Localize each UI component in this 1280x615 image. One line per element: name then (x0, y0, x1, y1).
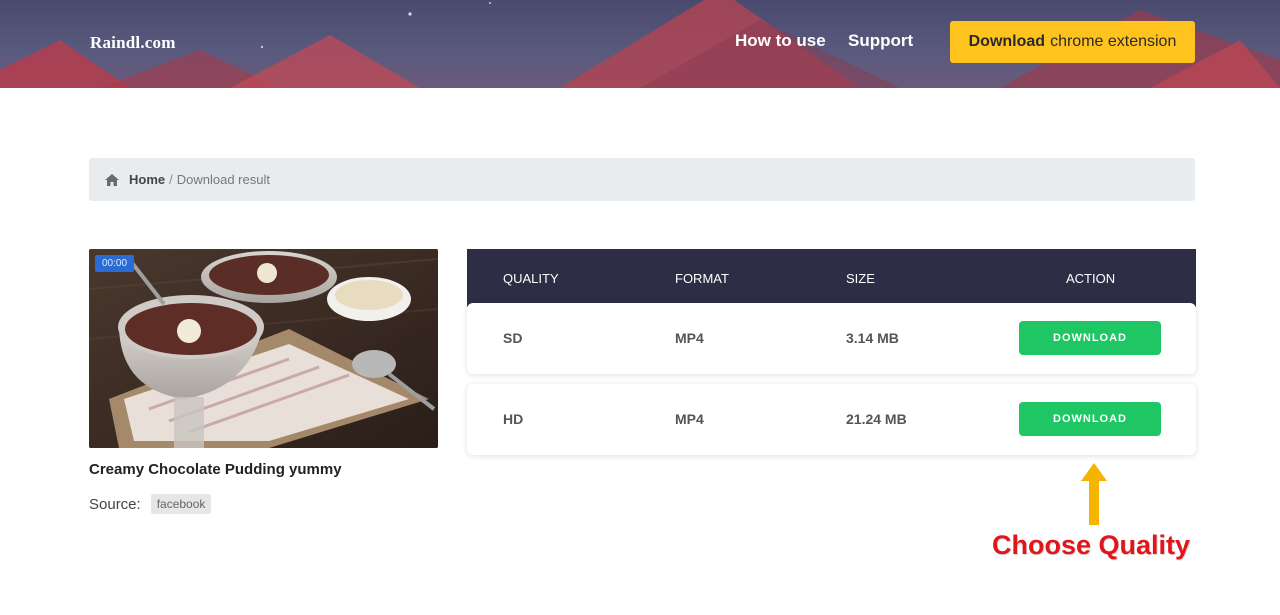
home-icon (105, 173, 119, 186)
download-extension-button[interactable]: Download chrome extension (950, 21, 1195, 63)
nav-support[interactable]: Support (848, 31, 913, 51)
quality-table-header: QUALITY FORMAT SIZE ACTION (467, 249, 1196, 307)
header-quality: QUALITY (503, 271, 559, 286)
header-format: FORMAT (675, 271, 729, 286)
pudding-image (89, 249, 438, 448)
download-sd-button[interactable]: DOWNLOAD (1019, 321, 1161, 355)
breadcrumb: Home / Download result (89, 158, 1195, 201)
video-title: Creamy Chocolate Pudding yummy (89, 461, 342, 478)
site-logo[interactable]: Raindl.com (90, 33, 176, 53)
table-row: HD MP4 21.24 MB DOWNLOAD (467, 384, 1196, 455)
source-badge: facebook (150, 494, 212, 514)
row-size: 3.14 MB (846, 330, 899, 346)
header-size: SIZE (846, 271, 875, 286)
nav-how-to-use[interactable]: How to use (735, 31, 826, 51)
choose-quality-annotation: Choose Quality (992, 530, 1191, 560)
extension-button-rest: chrome extension (1050, 33, 1177, 50)
row-format: MP4 (675, 330, 704, 346)
video-source: Source: facebook (89, 494, 212, 514)
video-duration-badge: 00:00 (95, 255, 135, 272)
row-quality: SD (503, 330, 523, 346)
table-row: SD MP4 3.14 MB DOWNLOAD (467, 303, 1196, 374)
row-size: 21.24 MB (846, 411, 907, 427)
breadcrumb-separator: / (169, 172, 173, 187)
video-thumbnail[interactable]: 00:00 (89, 249, 438, 448)
row-quality: HD (503, 411, 524, 427)
arrow-up-icon (1081, 463, 1107, 525)
breadcrumb-current: Download result (176, 172, 270, 187)
extension-button-bold: Download (968, 33, 1046, 50)
breadcrumb-home[interactable]: Home (129, 172, 165, 187)
download-hd-button[interactable]: DOWNLOAD (1019, 402, 1161, 436)
site-header: Raindl.com How to use Support Download c… (0, 0, 1280, 88)
header-action: ACTION (1066, 271, 1116, 286)
row-format: MP4 (675, 411, 704, 427)
source-label: Source: (89, 495, 141, 513)
